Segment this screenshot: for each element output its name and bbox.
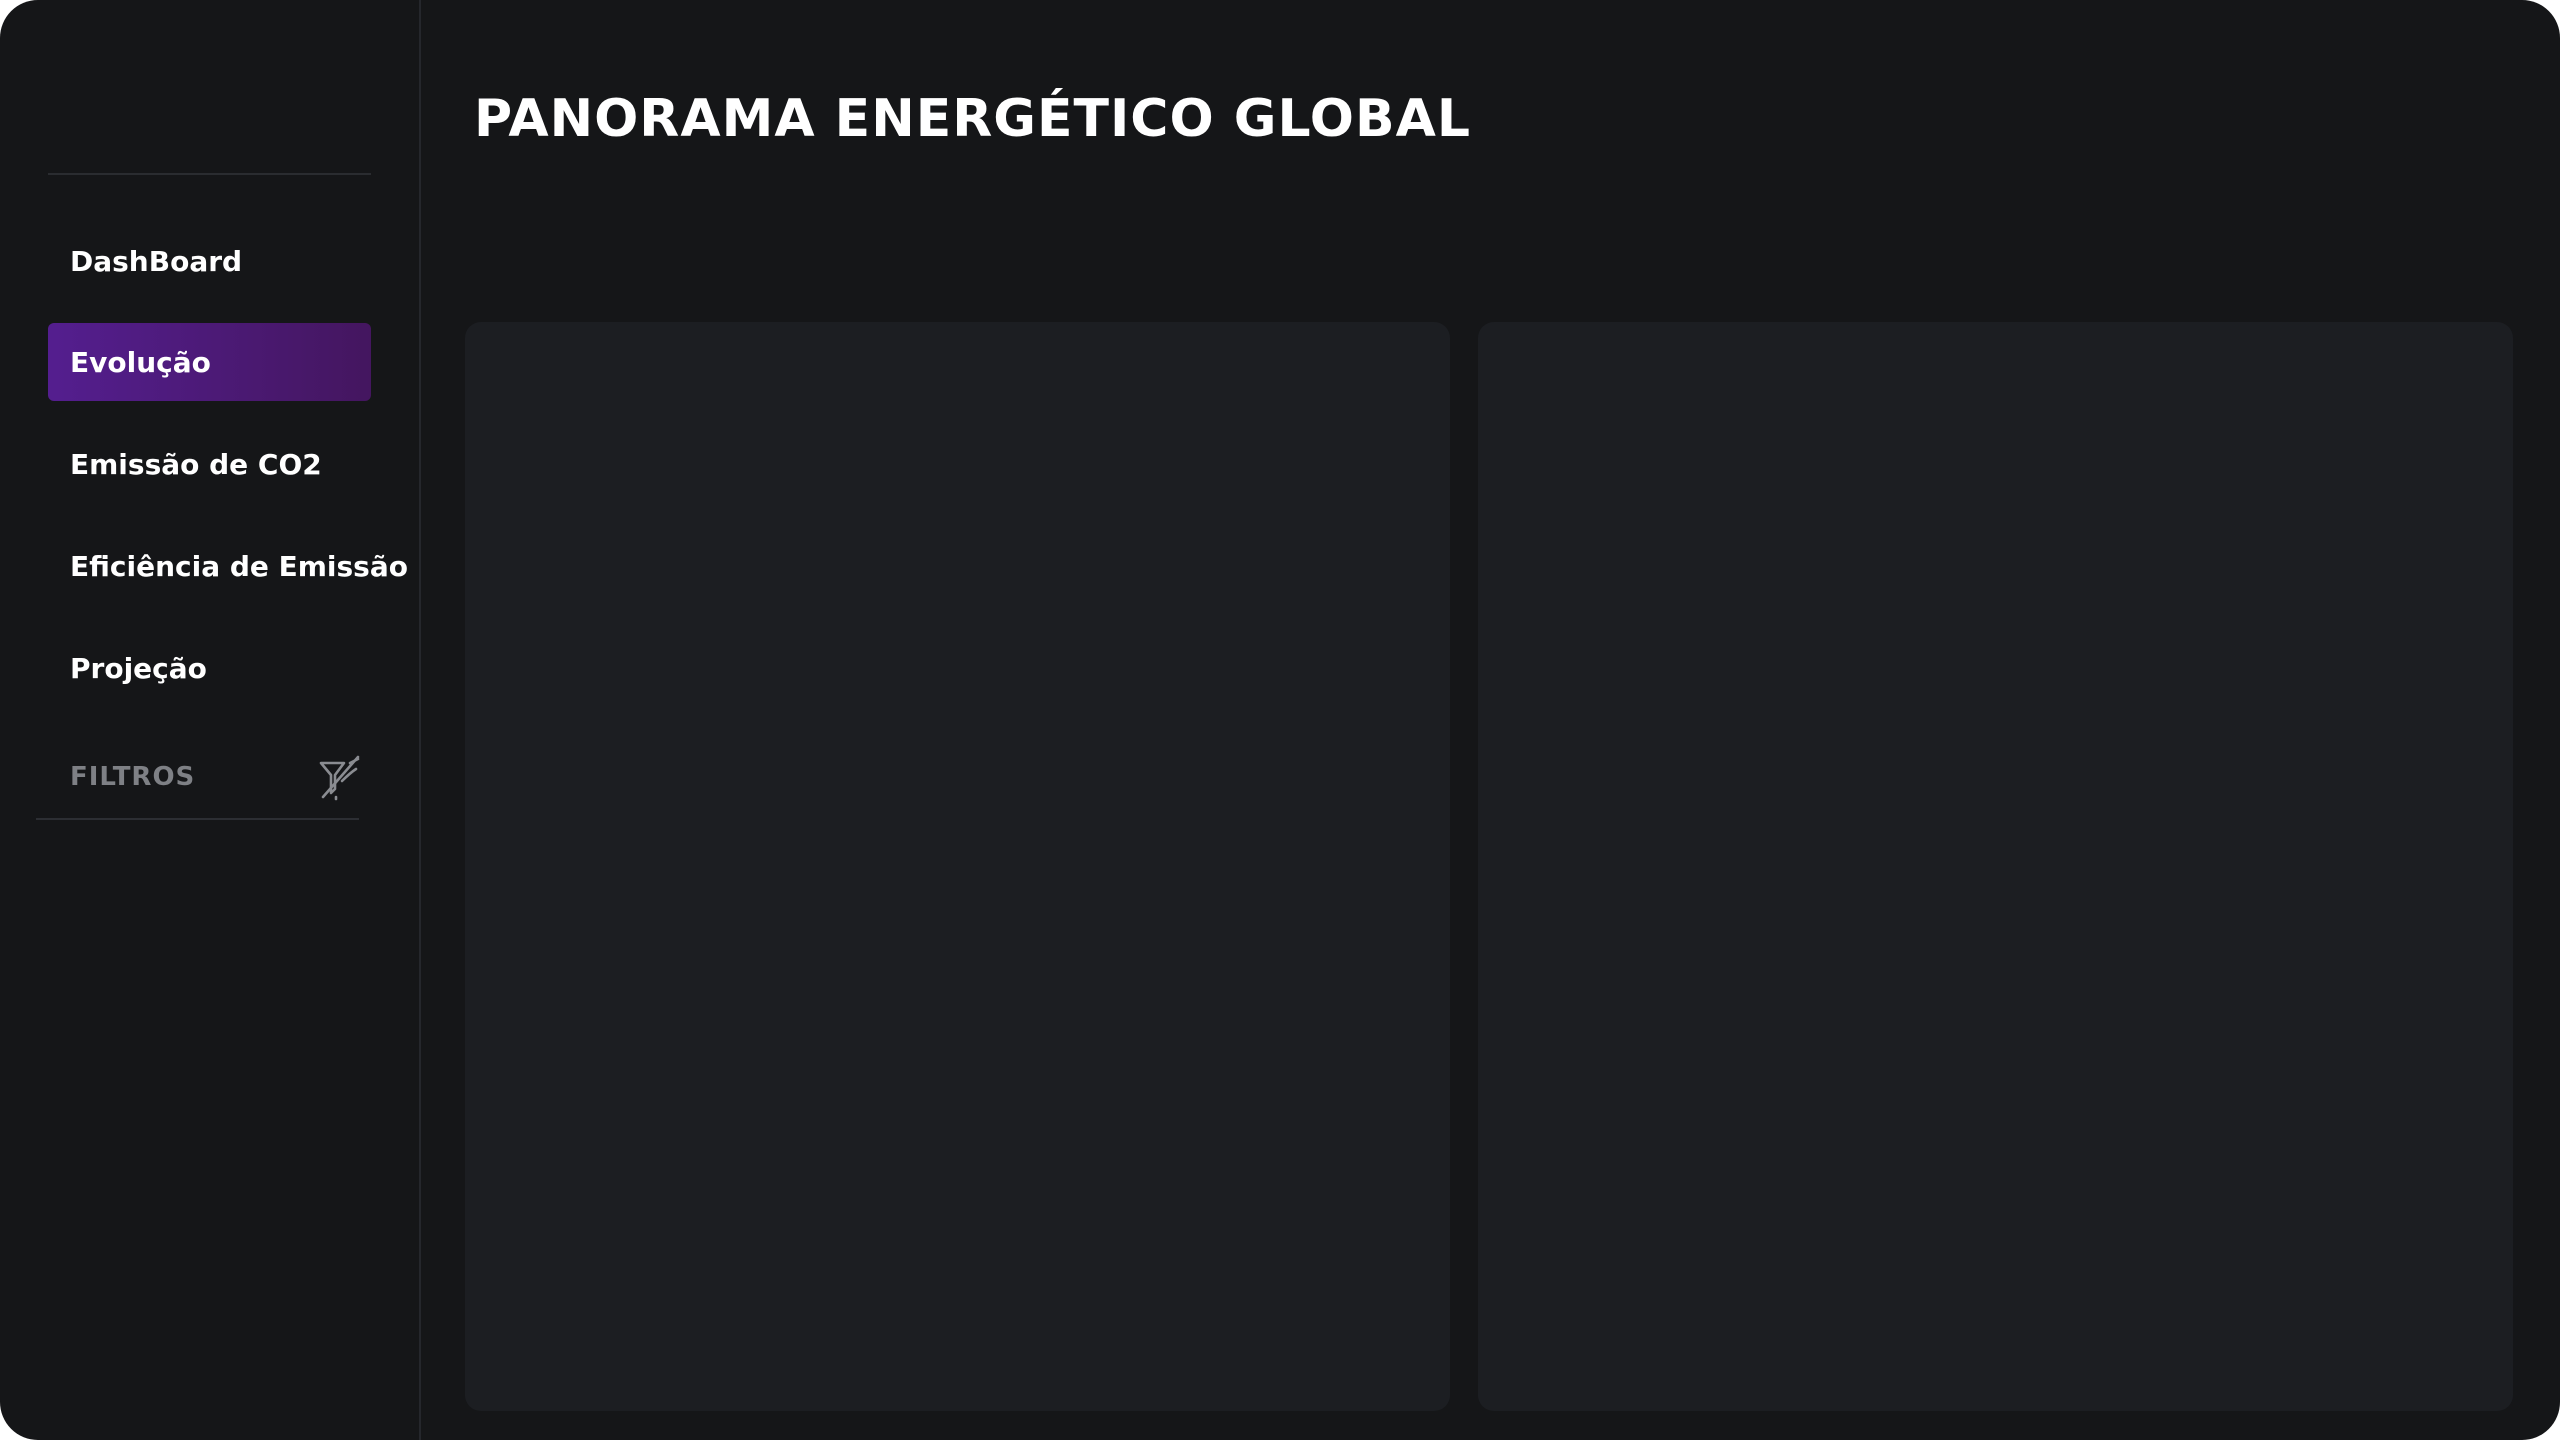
filter-off-icon[interactable] xyxy=(318,753,362,801)
filters-label: FILTROS xyxy=(70,762,196,792)
sidebar-item-label: Projeção xyxy=(70,651,207,685)
sidebar-divider xyxy=(48,173,371,175)
sidebar-item-evolucao[interactable]: Evolução xyxy=(48,323,371,401)
sidebar-item-dashboard[interactable]: DashBoard xyxy=(48,222,371,300)
app-window: DashBoard Evolução Emissão de CO2 Eficiê… xyxy=(0,0,2560,1440)
chart-panel-right xyxy=(1478,322,2513,1411)
sidebar-item-emissao-co2[interactable]: Emissão de CO2 xyxy=(48,425,371,503)
sidebar-item-eficiencia-emissao[interactable]: Eficiência de Emissão xyxy=(48,527,408,605)
sidebar-item-label: Evolução xyxy=(70,345,211,379)
sidebar: DashBoard Evolução Emissão de CO2 Eficiê… xyxy=(0,0,421,1440)
page-title: PANORAMA ENERGÉTICO GLOBAL xyxy=(474,88,1471,149)
sidebar-item-label: DashBoard xyxy=(70,244,243,278)
sidebar-item-projecao[interactable]: Projeção xyxy=(48,629,371,707)
chart-panel-left xyxy=(465,322,1450,1411)
sidebar-item-label: Emissão de CO2 xyxy=(70,447,322,481)
filters-header: FILTROS xyxy=(36,743,362,820)
sidebar-item-label: Eficiência de Emissão xyxy=(70,549,408,583)
